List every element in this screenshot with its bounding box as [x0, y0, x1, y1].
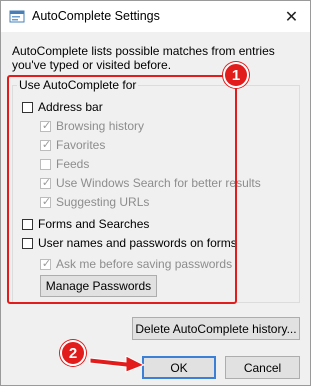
step-badge-2: 2: [60, 340, 86, 366]
title-bar: AutoComplete Settings ✕: [1, 1, 310, 32]
step-badge-1: 1: [223, 62, 249, 88]
description-text: AutoComplete lists possible matches from…: [12, 44, 275, 72]
delete-autocomplete-history-button[interactable]: Delete AutoComplete history...: [132, 317, 300, 340]
highlight-frame: [7, 75, 237, 304]
ok-button[interactable]: OK: [142, 356, 216, 379]
autocomplete-settings-icon: [9, 9, 25, 25]
cancel-button[interactable]: Cancel: [225, 356, 300, 379]
window-title: AutoComplete Settings: [32, 9, 160, 23]
red-arrow-icon: [88, 352, 146, 374]
close-icon[interactable]: ✕: [273, 1, 310, 32]
